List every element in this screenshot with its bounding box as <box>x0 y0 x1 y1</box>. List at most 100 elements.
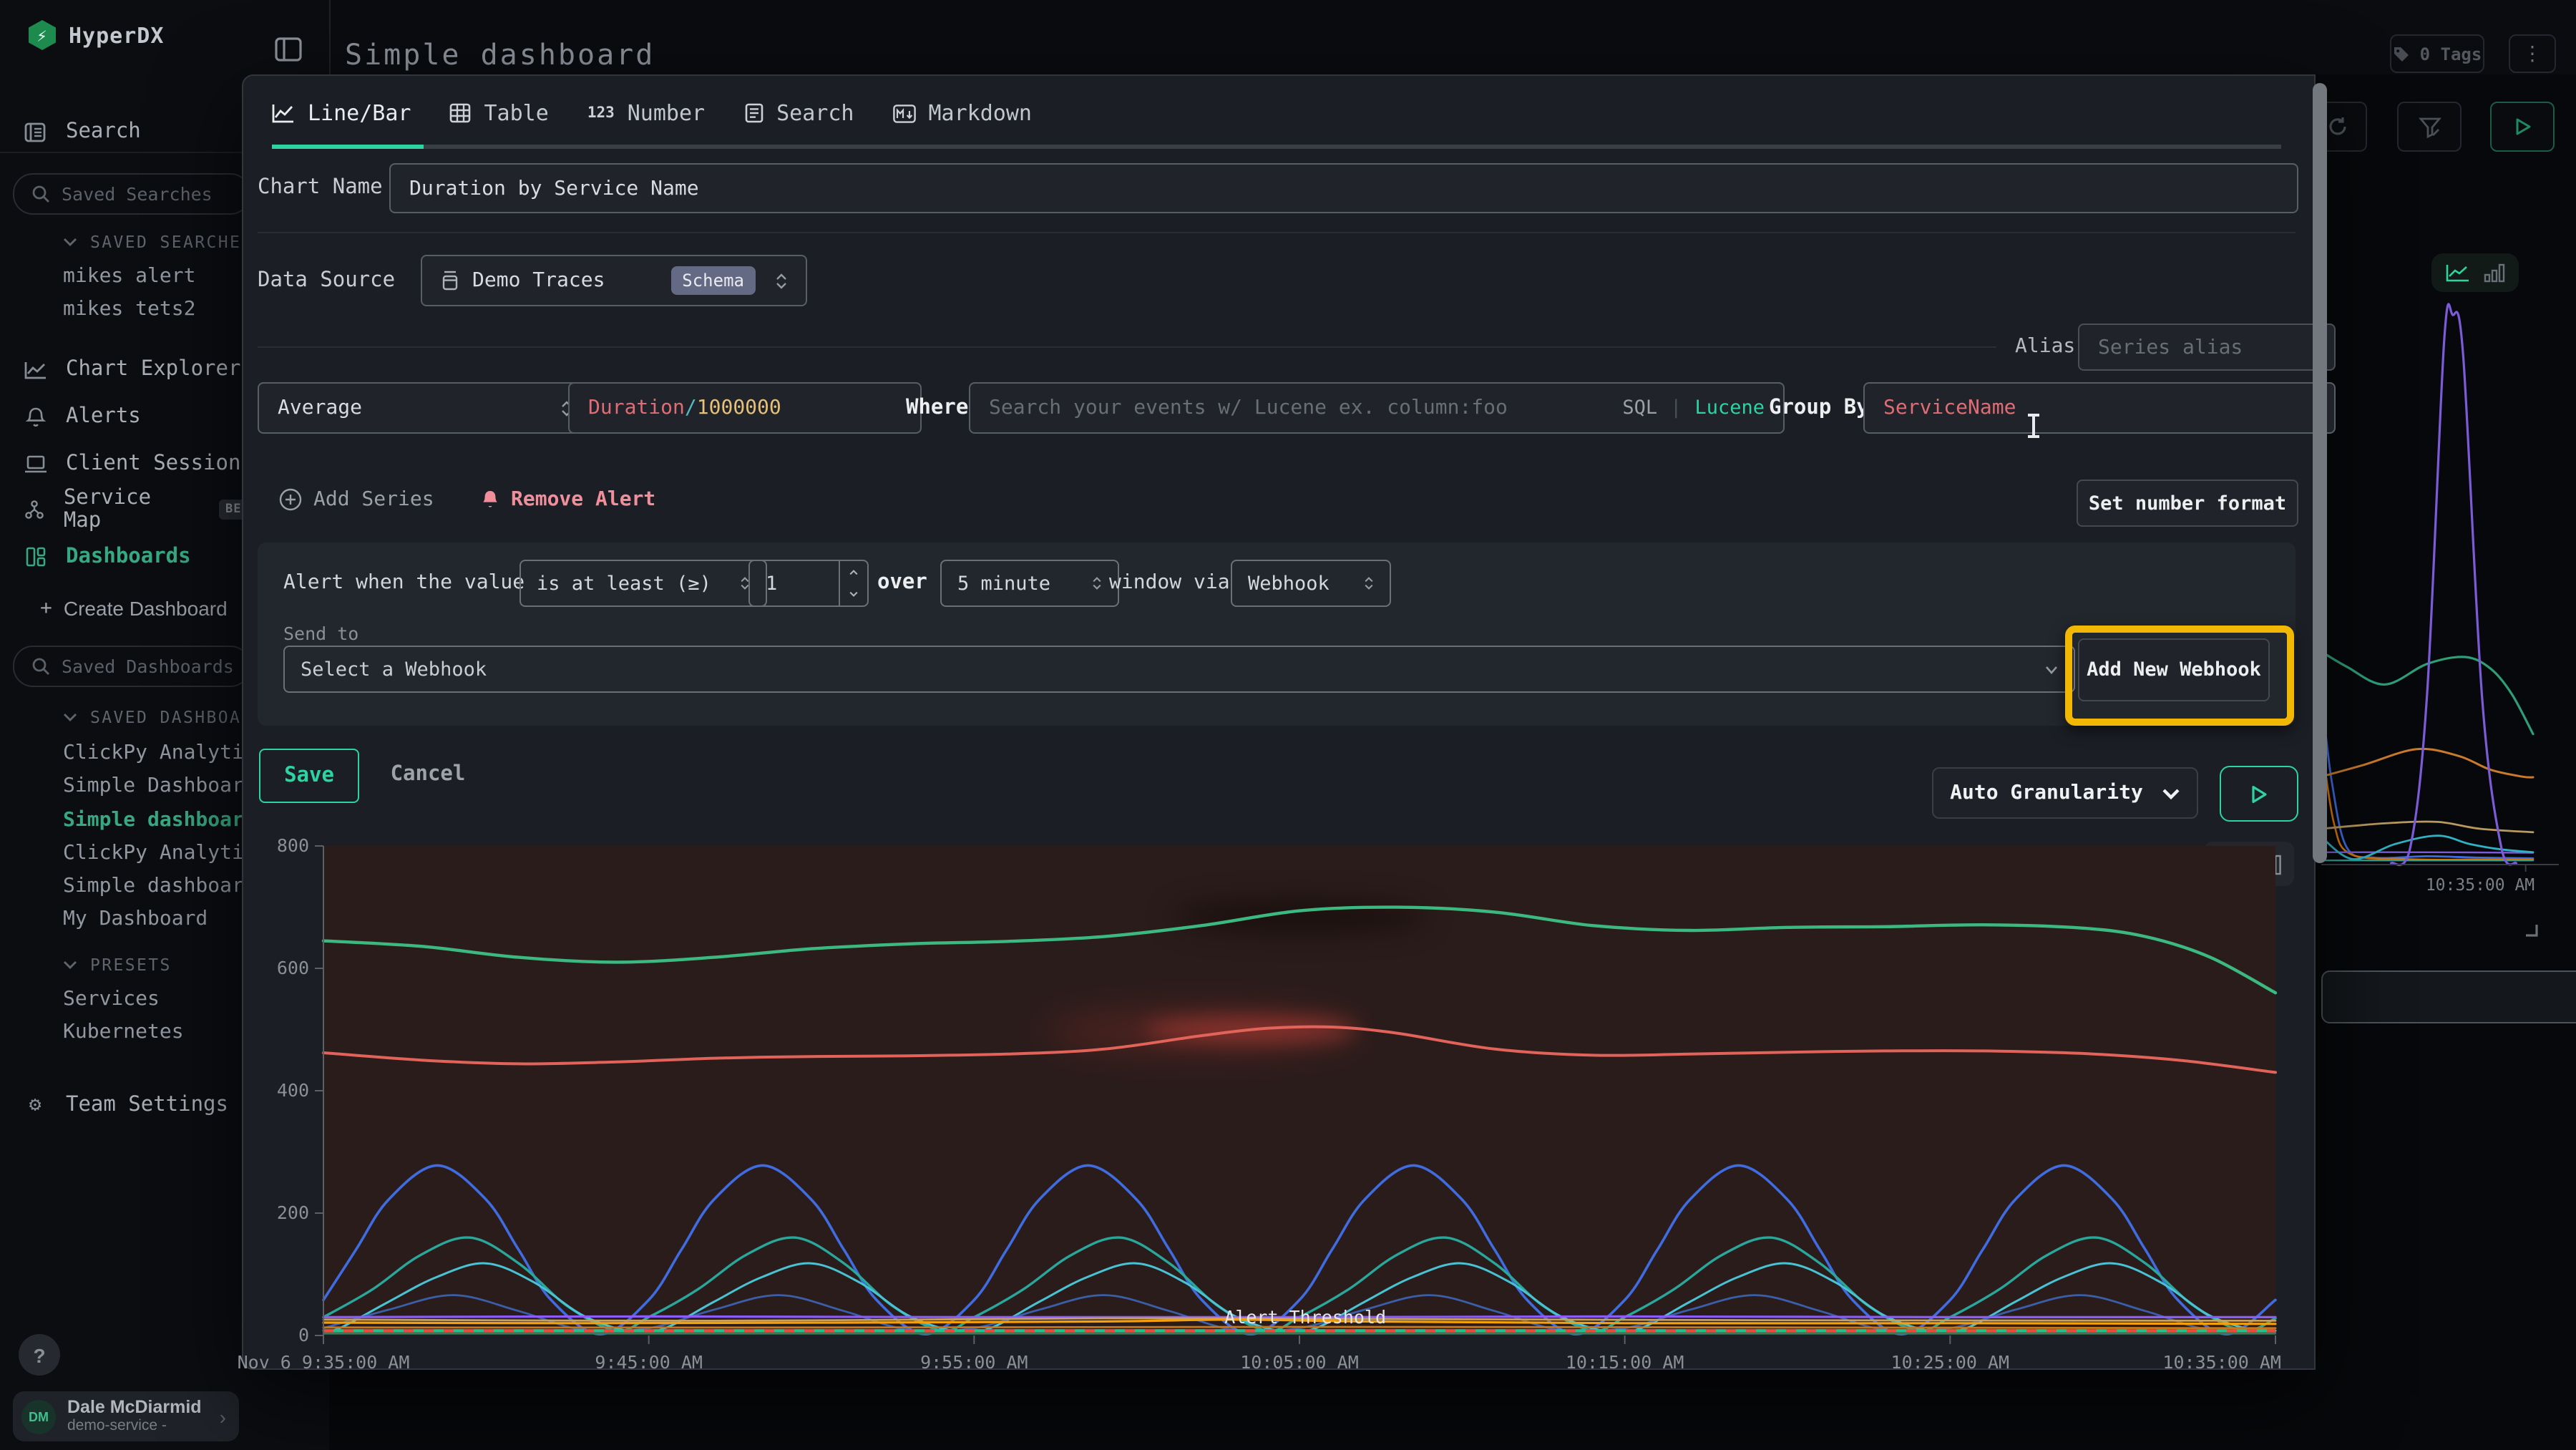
table-icon <box>450 103 472 123</box>
alert-threshold-input[interactable]: 1 <box>748 560 869 607</box>
field-expression-input[interactable]: Duration/1000000 <box>568 382 922 434</box>
tab-line-bar[interactable]: Line/Bar <box>272 100 411 126</box>
stepper-down-button[interactable] <box>840 583 867 605</box>
gear-icon: ⚙ <box>23 1094 47 1116</box>
sidebar-item-dashboards[interactable]: Dashboards <box>0 540 265 574</box>
sidebar-item-label: Client Sessions <box>66 452 253 475</box>
updown-icon <box>776 273 787 288</box>
number-stepper <box>839 561 867 605</box>
sidebar-item-service-map[interactable]: Service Map BETA <box>0 492 265 527</box>
over-label: over <box>877 571 927 594</box>
sidebar-item-team-settings[interactable]: ⚙ Team Settings <box>0 1088 265 1122</box>
sidebar-item-chart-explorer[interactable]: Chart Explorer <box>0 352 265 386</box>
tags-label: 0 Tags <box>2420 44 2482 64</box>
preset-item[interactable]: Services <box>63 988 160 1011</box>
create-dashboard-button[interactable]: + Create Dashboard <box>40 597 228 620</box>
run-chart-button[interactable] <box>2220 766 2298 822</box>
section-divider <box>258 232 2296 233</box>
data-source-select[interactable]: Demo Traces Schema <box>421 255 807 306</box>
alias-input[interactable]: Series alias <box>2078 323 2336 371</box>
add-series-button[interactable]: Add Series <box>279 488 434 511</box>
brand[interactable]: ⚡ HyperDX <box>29 20 164 50</box>
background-panel <box>2321 970 2576 1023</box>
saved-search-item[interactable]: mikes tets2 <box>63 298 195 321</box>
group-by-input[interactable]: ServiceName <box>1863 382 2336 434</box>
tab-table[interactable]: Table <box>450 100 549 126</box>
alias-label: Alias <box>2015 335 2075 358</box>
alert-channel-select[interactable]: Webhook <box>1231 560 1391 607</box>
alert-window-select[interactable]: 5 minute <box>940 560 1119 607</box>
tab-number[interactable]: 123 Number <box>587 100 705 126</box>
service-map-icon <box>23 500 45 520</box>
line-chart-icon <box>272 103 295 123</box>
saved-searches-input[interactable]: Saved Searches <box>13 173 250 215</box>
chart-name-input[interactable]: Duration by Service Name <box>389 163 2298 213</box>
svg-text:10:05:00 AM: 10:05:00 AM <box>1240 1352 1359 1373</box>
save-button[interactable]: Save <box>259 749 359 803</box>
bell-icon <box>481 489 499 510</box>
sidebar-item-search[interactable]: Search <box>0 115 265 149</box>
number-123-icon: 123 <box>587 104 615 122</box>
chart-type-tabs: Line/Bar Table 123 Number Search Markdow… <box>272 100 1032 126</box>
dashboard-item[interactable]: Simple dashboard <box>63 875 256 897</box>
remove-alert-button[interactable]: Remove Alert <box>481 488 655 511</box>
line-chart-icon <box>23 360 47 379</box>
background-chart-type-toggle[interactable] <box>2431 253 2519 292</box>
add-new-webhook-button[interactable]: Add New Webhook <box>2078 638 2270 701</box>
chevron-down-icon <box>2045 665 2058 673</box>
chevron-down-icon <box>2163 788 2180 798</box>
alias-divider <box>258 346 1996 348</box>
markdown-icon <box>893 104 916 122</box>
preset-item[interactable]: Kubernetes <box>63 1021 184 1043</box>
saved-searches-header[interactable]: SAVED SEARCHES <box>63 232 253 252</box>
aggregation-select[interactable]: Average <box>258 382 592 434</box>
dashboard-item[interactable]: My Dashboard <box>63 908 208 930</box>
cancel-button[interactable]: Cancel <box>369 749 487 800</box>
chevron-down-icon <box>63 960 77 969</box>
sidebar-item-client-sessions[interactable]: Client Sessions <box>0 447 265 481</box>
dashboard-item[interactable]: Simple Dashboard <box>63 774 256 797</box>
tab-search[interactable]: Search <box>743 100 854 126</box>
saved-search-item[interactable]: mikes alert <box>63 265 195 288</box>
filter-button[interactable] <box>2397 102 2462 152</box>
tab-markdown[interactable]: Markdown <box>893 100 1033 126</box>
dashboard-item[interactable]: ClickPy Analytics <box>63 842 268 865</box>
tags-button[interactable]: 0 Tags <box>2390 34 2484 73</box>
set-number-format-button[interactable]: Set number format <box>2077 480 2298 527</box>
laptop-icon <box>23 454 47 473</box>
dashboard-item[interactable]: ClickPy Analytics <box>63 741 268 764</box>
where-input[interactable]: Search your events w/ Lucene ex. column:… <box>969 382 1785 434</box>
modal-scrollbar[interactable] <box>2313 83 2327 863</box>
create-dashboard-label: Create Dashboard <box>64 597 228 620</box>
presets-header[interactable]: PRESETS <box>63 955 172 975</box>
user-subtitle: demo-service - <box>67 1417 202 1434</box>
user-card[interactable]: DM Dale McDiarmid demo-service - › <box>13 1391 239 1441</box>
background-chart: 10:35:00 AM <box>2316 306 2576 893</box>
sql-toggle[interactable]: SQL <box>1622 396 1657 419</box>
kebab-menu-button[interactable]: ⋮ <box>2509 34 2556 73</box>
saved-dashboards-input[interactable]: Saved Dashboards <box>13 646 250 687</box>
run-query-button[interactable] <box>2490 102 2555 152</box>
group-by-label: Group By <box>1769 396 1869 419</box>
help-button[interactable]: ? <box>19 1334 60 1376</box>
sidebar-toggle-icon[interactable] <box>275 37 302 62</box>
plus-icon: + <box>40 597 52 620</box>
sidebar-item-alerts[interactable]: Alerts <box>0 399 265 434</box>
play-icon <box>2514 117 2531 136</box>
user-name: Dale McDiarmid <box>67 1398 202 1417</box>
sidebar-divider <box>0 152 242 153</box>
resize-handle-icon[interactable] <box>2523 922 2539 938</box>
lucene-toggle[interactable]: Lucene <box>1694 396 1765 419</box>
granularity-select[interactable]: Auto Granularity <box>1932 767 2198 819</box>
alert-condition-select[interactable]: is at least (≥) <box>519 560 767 607</box>
svg-text:Alert Threshold: Alert Threshold <box>1224 1307 1386 1328</box>
app-root: ⚡ HyperDX Simple dashboard 0 Tags ⋮ 10:3… <box>0 0 2576 1450</box>
chart-name-label: Chart Name <box>258 176 383 199</box>
stepper-up-button[interactable] <box>840 561 867 583</box>
sidebar-item-label: Search <box>66 120 141 143</box>
webhook-select[interactable]: Select a Webhook <box>283 646 2075 693</box>
dashboard-item-active[interactable]: Simple dashboard <box>63 809 256 832</box>
bell-icon <box>23 406 47 427</box>
bar-chart-icon <box>2484 263 2504 282</box>
filter-icon <box>2418 115 2441 138</box>
